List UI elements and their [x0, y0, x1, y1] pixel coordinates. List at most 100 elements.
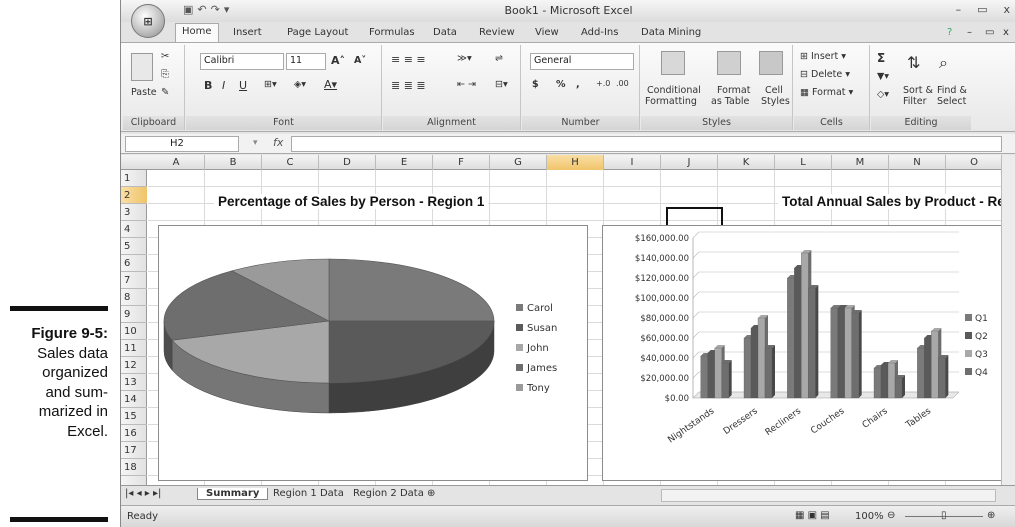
horizontal-scrollbar[interactable]: [661, 489, 996, 502]
borders-icon[interactable]: ⊞▾: [264, 79, 277, 90]
column-header-i[interactable]: I: [604, 155, 661, 170]
tab-data[interactable]: Data: [427, 25, 463, 40]
row-header-2[interactable]: 2: [121, 187, 147, 204]
copy-icon[interactable]: ⎘: [161, 69, 169, 80]
sort-filter-button[interactable]: Sort &: [903, 85, 933, 96]
row-header-11[interactable]: 11: [121, 340, 147, 357]
paste-button[interactable]: Paste: [131, 87, 157, 98]
tab-page-layout[interactable]: Page Layout: [281, 25, 354, 40]
active-cell-h2[interactable]: [666, 207, 723, 227]
row-header-6[interactable]: 6: [121, 255, 147, 272]
zoom-in-icon[interactable]: ⊕: [987, 510, 995, 521]
format-painter-icon[interactable]: ✎: [161, 87, 169, 98]
orientation-icon[interactable]: ≫▾: [457, 53, 472, 64]
tab-insert[interactable]: Insert: [227, 25, 268, 40]
decrease-decimal-icon[interactable]: .00: [616, 79, 629, 88]
find-select-button[interactable]: Find &: [937, 85, 967, 96]
fill-icon[interactable]: ▼▾: [877, 71, 889, 82]
tab-home[interactable]: Home: [175, 23, 219, 42]
currency-button[interactable]: $: [532, 79, 539, 90]
zoom-level[interactable]: 100%: [855, 511, 884, 522]
insert-cells-button[interactable]: ⊞ Insert ▾: [800, 51, 846, 62]
row-header-3[interactable]: 3: [121, 204, 147, 221]
column-header-n[interactable]: N: [889, 155, 946, 170]
cell-styles-button-line2[interactable]: Styles: [761, 96, 790, 107]
column-header-a[interactable]: A: [148, 155, 205, 170]
cell-styles-icon[interactable]: [759, 51, 783, 75]
font-name-box[interactable]: Calibri: [200, 53, 284, 70]
maximize-button[interactable]: ▭: [977, 3, 987, 16]
row-header-5[interactable]: 5: [121, 238, 147, 255]
column-header-h[interactable]: H: [547, 155, 604, 170]
italic-button[interactable]: I: [222, 79, 225, 92]
minimize-button[interactable]: –: [956, 3, 962, 16]
align-top-icon[interactable]: ≡ ≡ ≡: [391, 53, 426, 66]
find-select-button-line2[interactable]: Select: [937, 96, 966, 107]
align-left-icon[interactable]: ≣ ≣ ≣: [391, 79, 426, 92]
column-header-c[interactable]: C: [262, 155, 319, 170]
name-box-dropdown-icon[interactable]: ▾: [253, 138, 258, 148]
sort-filter-button-line2[interactable]: Filter: [903, 96, 927, 107]
help-icon[interactable]: ?: [941, 25, 958, 40]
vertical-scrollbar[interactable]: [1001, 155, 1015, 485]
increase-decimal-icon[interactable]: +.0: [596, 79, 610, 88]
fill-color-icon[interactable]: ◈▾: [294, 79, 306, 90]
underline-button[interactable]: U: [239, 79, 247, 92]
tab-data-mining[interactable]: Data Mining: [635, 25, 707, 40]
percent-button[interactable]: %: [556, 79, 566, 90]
grow-font-icon[interactable]: A˄: [331, 54, 345, 67]
sheet-tab-region-2[interactable]: Region 2 Data: [347, 488, 430, 499]
sheet-tab-region-1[interactable]: Region 1 Data: [267, 488, 350, 499]
column-header-l[interactable]: L: [775, 155, 832, 170]
font-size-box[interactable]: 11: [286, 53, 326, 70]
conditional-formatting-button-line2[interactable]: Formatting: [645, 96, 697, 107]
row-header-4[interactable]: 4: [121, 221, 147, 238]
row-header-7[interactable]: 7: [121, 272, 147, 289]
column-header-b[interactable]: B: [205, 155, 262, 170]
zoom-out-icon[interactable]: ⊖: [887, 510, 895, 521]
office-button[interactable]: ⊞: [131, 4, 165, 38]
close-button[interactable]: x: [1003, 3, 1010, 16]
bold-button[interactable]: B: [204, 79, 212, 92]
row-header-9[interactable]: 9: [121, 306, 147, 323]
column-header-f[interactable]: F: [433, 155, 490, 170]
column-header-e[interactable]: E: [376, 155, 433, 170]
sort-filter-icon[interactable]: ⇅: [907, 53, 920, 72]
number-format-box[interactable]: General: [530, 53, 634, 70]
row-header-8[interactable]: 8: [121, 289, 147, 306]
format-as-table-icon[interactable]: [717, 51, 741, 75]
zoom-slider-thumb[interactable]: ▯: [941, 510, 947, 521]
row-header-12[interactable]: 12: [121, 357, 147, 374]
autosum-button[interactable]: Σ: [877, 51, 885, 65]
comma-button[interactable]: ,: [576, 79, 580, 90]
wrap-text-icon[interactable]: ⇌: [495, 53, 503, 64]
row-header-10[interactable]: 10: [121, 323, 147, 340]
delete-cells-button[interactable]: ⊟ Delete ▾: [800, 69, 850, 80]
cut-icon[interactable]: ✂: [161, 51, 169, 62]
sheet-tab-summary[interactable]: Summary: [197, 488, 269, 500]
bar-chart[interactable]: $0.00 $20,000.00 $40,000.00 $60,000.00 $80,0…: [602, 225, 1001, 481]
format-as-table-button[interactable]: Format: [717, 85, 750, 96]
cell-area[interactable]: Percentage of Sales by Person - Region 1…: [148, 170, 1001, 485]
row-header-18[interactable]: 18: [121, 459, 147, 476]
column-header-o[interactable]: O: [946, 155, 1001, 170]
column-header-g[interactable]: G: [490, 155, 547, 170]
clear-icon[interactable]: ◇▾: [877, 89, 889, 100]
insert-function-icon[interactable]: fx: [273, 136, 283, 149]
tab-review[interactable]: Review: [473, 25, 521, 40]
tab-add-ins[interactable]: Add-Ins: [575, 25, 624, 40]
merge-center-icon[interactable]: ⊟▾: [495, 79, 508, 90]
column-header-d[interactable]: D: [319, 155, 376, 170]
tab-formulas[interactable]: Formulas: [363, 25, 421, 40]
binoculars-icon[interactable]: ⌕: [939, 53, 948, 73]
row-header-17[interactable]: 17: [121, 442, 147, 459]
row-header-1[interactable]: 1: [121, 170, 147, 187]
conditional-formatting-icon[interactable]: [661, 51, 685, 75]
ribbon-minimize-button[interactable]: –: [961, 25, 978, 40]
format-cells-button[interactable]: ▦ Format ▾: [800, 87, 853, 98]
shrink-font-icon[interactable]: A˅: [354, 55, 366, 66]
row-header-13[interactable]: 13: [121, 374, 147, 391]
tab-view[interactable]: View: [529, 25, 565, 40]
sheet-nav-buttons[interactable]: |◂ ◂ ▸ ▸|: [125, 488, 161, 499]
conditional-formatting-button[interactable]: Conditional: [647, 85, 701, 96]
